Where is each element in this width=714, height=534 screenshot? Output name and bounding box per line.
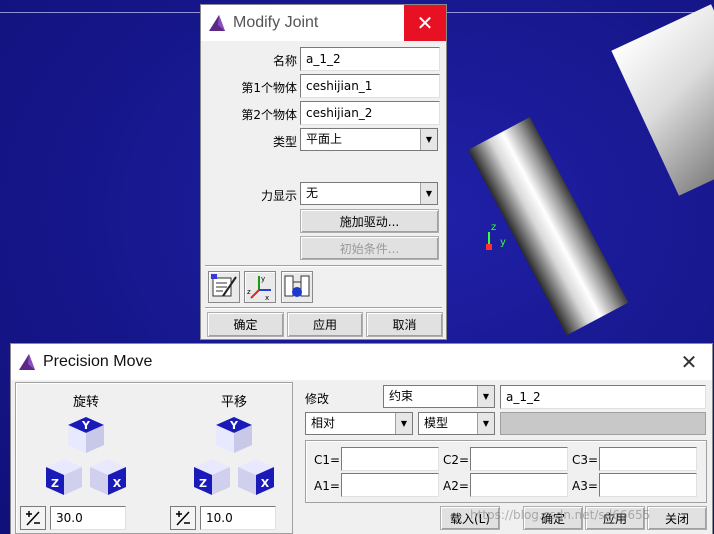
cube-x-label: X	[113, 477, 122, 490]
chevron-down-icon[interactable]: ▼	[420, 183, 437, 204]
precision-move-body: 旋转 平移 Y Z X Y Z X 30.0 10.0 修改 约束 ▼ a_1_…	[11, 380, 712, 534]
apply-button[interactable]: 应用	[585, 506, 645, 530]
precision-move-titlebar[interactable]: Precision Move ✕	[11, 344, 712, 380]
modify-joint-titlebar[interactable]: Modify Joint ✕	[201, 5, 446, 41]
modify-joint-title: Modify Joint	[233, 14, 319, 31]
body1-label: 第1个物体	[241, 81, 297, 95]
a1-label: A1=	[314, 479, 340, 493]
modify-label: 修改	[305, 392, 330, 406]
rotate-x-cube-button[interactable]: X	[88, 457, 128, 497]
model-block[interactable]	[611, 4, 714, 196]
close-icon: ✕	[416, 11, 434, 35]
precision-move-close-button[interactable]: ✕	[666, 344, 712, 380]
cube-z-label: Z	[199, 477, 207, 490]
plus-minus-icon	[26, 511, 40, 526]
translate-y-cube-button[interactable]: Y	[214, 415, 254, 455]
c3-input[interactable]	[599, 447, 697, 471]
name-label: 名称	[272, 54, 297, 68]
coordinate-fields-group: C1= C2= C3= A1= A2= A3=	[305, 440, 707, 503]
translate-step-input[interactable]: 10.0	[200, 506, 276, 530]
axis-z-label: z	[491, 222, 497, 233]
a3-label: A3=	[572, 479, 598, 493]
divider	[205, 307, 442, 309]
c2-label: C2=	[443, 453, 470, 467]
a2-input[interactable]	[470, 473, 568, 497]
move-controls-group: 旋转 平移 Y Z X Y Z X 30.0 10.0	[15, 382, 293, 534]
rotate-sign-toggle-button[interactable]	[20, 506, 46, 530]
apply-button[interactable]: 应用	[287, 312, 363, 337]
modify-joint-dialog: Modify Joint ✕ 名称 a_1_2 第1个物体 ceshijian_…	[200, 4, 447, 340]
translate-sign-toggle-button[interactable]	[170, 506, 196, 530]
app-logo-icon	[209, 15, 225, 31]
reference-name-field-disabled	[500, 412, 706, 435]
svg-text:y: y	[261, 275, 265, 283]
load-button[interactable]: 载入(L)	[440, 506, 500, 530]
precision-move-dialog: Precision Move ✕ 旋转 平移 Y Z X Y Z X 30.0 …	[10, 343, 713, 534]
svg-text:x: x	[265, 294, 269, 302]
coordinate-axes-icon: y z x	[247, 275, 271, 302]
precision-move-title: Precision Move	[43, 353, 153, 370]
type-select[interactable]: 平面上 ▼	[300, 128, 438, 151]
joint-marker-tool-button[interactable]	[281, 271, 313, 303]
divider	[205, 265, 442, 267]
cube-y-label: Y	[229, 419, 239, 432]
rotate-z-cube-button[interactable]: Z	[44, 457, 84, 497]
c1-label: C1=	[314, 453, 341, 467]
body1-input[interactable]: ceshijian_1	[300, 74, 440, 98]
axis-y-label: y	[500, 237, 506, 248]
body2-label: 第2个物体	[241, 108, 297, 122]
triad-axes: z y	[486, 222, 516, 252]
close-icon: ✕	[680, 350, 698, 374]
c3-label: C3=	[572, 453, 599, 467]
a1-input[interactable]	[341, 473, 439, 497]
plus-minus-icon	[176, 511, 190, 526]
rotate-step-input[interactable]: 30.0	[50, 506, 126, 530]
app-logo-icon	[19, 354, 35, 370]
translate-x-cube-button[interactable]: X	[236, 457, 276, 497]
modify-joint-body: 名称 a_1_2 第1个物体 ceshijian_1 第2个物体 ceshiji…	[201, 41, 446, 339]
coordinate-system-tool-button[interactable]: y z x	[244, 271, 276, 303]
a2-label: A2=	[443, 479, 469, 493]
type-select-value: 平面上	[306, 132, 343, 146]
reference-type-value: 模型	[424, 416, 449, 430]
translate-z-cube-button[interactable]: Z	[192, 457, 232, 497]
chevron-down-icon[interactable]: ▼	[477, 413, 494, 434]
relative-mode-select[interactable]: 相对 ▼	[305, 412, 413, 435]
type-label: 类型	[272, 135, 297, 149]
relative-mode-value: 相对	[311, 416, 336, 430]
target-type-select[interactable]: 约束 ▼	[383, 385, 495, 408]
c1-input[interactable]	[341, 447, 439, 471]
svg-text:z: z	[247, 288, 251, 296]
chevron-down-icon[interactable]: ▼	[477, 386, 494, 407]
joint-marker-icon	[284, 275, 310, 297]
force-display-label: 力显示	[260, 189, 297, 203]
chevron-down-icon[interactable]: ▼	[420, 129, 437, 150]
initial-conditions-button[interactable]: 初始条件...	[300, 236, 439, 260]
name-input[interactable]: a_1_2	[300, 47, 440, 71]
force-display-value: 无	[306, 186, 319, 200]
edit-table-icon	[211, 274, 237, 297]
c2-input[interactable]	[470, 447, 568, 471]
edit-table-tool-button[interactable]	[208, 271, 240, 303]
modify-joint-close-button[interactable]: ✕	[404, 5, 446, 41]
close-button[interactable]: 关闭	[647, 506, 707, 530]
a3-input[interactable]	[599, 473, 697, 497]
reference-type-select[interactable]: 模型 ▼	[418, 412, 495, 435]
ok-button[interactable]: 确定	[207, 312, 284, 337]
cancel-button[interactable]: 取消	[366, 312, 443, 337]
cube-x-label: X	[261, 477, 270, 490]
target-type-value: 约束	[389, 389, 414, 403]
rotate-section-label: 旋转	[73, 395, 100, 410]
translate-section-label: 平移	[221, 395, 248, 410]
body2-input[interactable]: ceshijian_2	[300, 101, 440, 125]
cube-y-label: Y	[81, 419, 91, 432]
cube-z-label: Z	[51, 477, 59, 490]
axis-origin-marker	[486, 244, 492, 250]
apply-motion-button[interactable]: 施加驱动...	[300, 209, 439, 233]
force-display-select[interactable]: 无 ▼	[300, 182, 438, 205]
rotate-y-cube-button[interactable]: Y	[66, 415, 106, 455]
target-name-input[interactable]: a_1_2	[500, 385, 706, 409]
chevron-down-icon[interactable]: ▼	[395, 413, 412, 434]
ok-button[interactable]: 确定	[523, 506, 583, 530]
